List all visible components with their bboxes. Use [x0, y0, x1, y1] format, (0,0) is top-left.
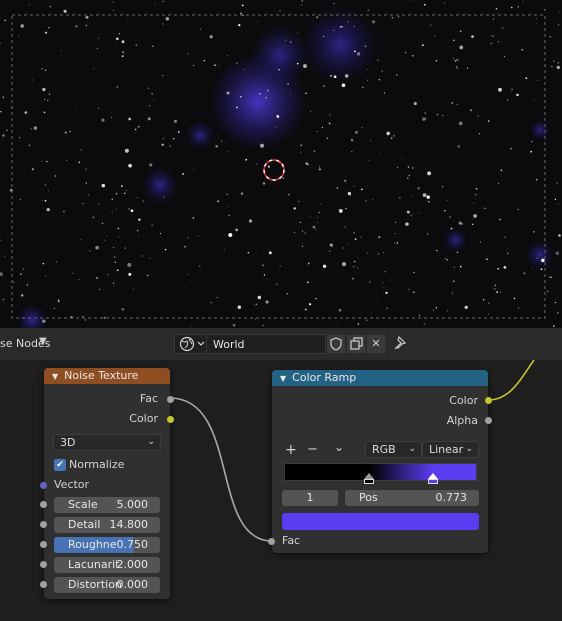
alpha-output-socket[interactable]	[485, 417, 492, 424]
param-label: Roughne	[68, 538, 117, 551]
add-stop-button[interactable]: +	[285, 442, 297, 458]
world-icon	[179, 336, 205, 352]
starfield-render	[0, 0, 562, 328]
fac-link	[169, 397, 273, 542]
noise-texture-node[interactable]: ▼ Noise Texture Fac Color 3D ⌄ ✔ Normaliz…	[40, 368, 174, 599]
fac-output-socket[interactable]	[167, 396, 174, 403]
vector-label: Vector	[54, 478, 90, 491]
color-mode-value: RGB	[372, 443, 396, 456]
param-field[interactable]: Distortion 0.000	[54, 577, 160, 593]
param-value: 0.000	[116, 578, 149, 591]
noise-node-header[interactable]: ▼ Noise Texture	[44, 368, 170, 384]
active-stop-index[interactable]: 1	[282, 490, 338, 506]
param-input-socket[interactable]	[40, 521, 47, 528]
normalize-label: Normalize	[69, 458, 125, 471]
color-mode-dropdown[interactable]: RGB ⌄	[365, 441, 422, 458]
param-input-socket[interactable]	[40, 561, 47, 568]
unlink-button[interactable]: ✕	[366, 334, 386, 354]
collapse-chevron-icon[interactable]: ▼	[280, 374, 286, 383]
noise-node-title: Noise Texture	[64, 369, 139, 382]
duplicate-button[interactable]	[346, 334, 366, 354]
world-name-field[interactable]: World	[207, 334, 326, 354]
param-input-socket[interactable]	[40, 501, 47, 508]
param-value: 14.800	[109, 518, 149, 531]
interpolation-value: Linear	[429, 443, 464, 456]
ramp-menu-button[interactable]: ⌄	[334, 440, 344, 454]
param-label: Lacunarit	[68, 558, 120, 571]
chevron-down-icon: ⌄	[147, 437, 155, 447]
interpolation-dropdown[interactable]: Linear ⌄	[422, 441, 479, 458]
pos-label: Pos	[359, 491, 378, 504]
stop-position-field[interactable]: Pos 0.773	[345, 490, 479, 506]
color-ramp-gradient[interactable]	[284, 463, 477, 481]
pin-icon[interactable]	[393, 335, 407, 354]
param-value: 2.000	[116, 558, 149, 571]
chevron-down-icon: ⌄	[408, 444, 416, 454]
chevron-down-icon: ⌄	[465, 444, 473, 454]
pos-value: 0.773	[435, 491, 468, 504]
dimension-value: 3D	[60, 436, 76, 449]
fac-input-label: Fac	[282, 534, 301, 547]
param-value: 0.750	[116, 538, 149, 551]
dimension-dropdown[interactable]: 3D ⌄	[53, 434, 161, 451]
vector-input-socket[interactable]	[40, 482, 47, 489]
color-output-label: Color	[129, 412, 158, 425]
ramp-node-title: Color Ramp	[292, 371, 357, 384]
fac-output-label: Fac	[139, 392, 158, 405]
param-field[interactable]: Detail 14.800	[54, 517, 160, 533]
param-value: 5.000	[116, 498, 149, 511]
node-canvas[interactable]: ▼ Noise Texture Fac Color 3D ⌄ ✔ Normaliz…	[0, 360, 562, 621]
fake-user-button[interactable]	[326, 334, 346, 354]
param-label: Detail	[68, 518, 101, 531]
stop-color-swatch[interactable]	[282, 513, 479, 530]
close-icon: ✕	[371, 337, 381, 350]
render-viewport[interactable]	[0, 0, 562, 328]
param-label: Scale	[68, 498, 98, 511]
alpha-output-label: Alpha	[446, 414, 478, 427]
chevron-down-icon[interactable]: ▼	[39, 336, 47, 347]
color-ramp-node[interactable]: ▼ Color Ramp Color Alpha + − ⌄ RGB ⌄ Line…	[268, 370, 492, 553]
param-input-socket[interactable]	[40, 581, 47, 588]
normalize-checkbox[interactable]: ✔	[54, 459, 66, 471]
param-field[interactable]: Scale 5.000	[54, 497, 160, 513]
color-output-socket[interactable]	[167, 416, 174, 423]
color-output-socket[interactable]	[485, 397, 492, 404]
fac-input-socket[interactable]	[268, 538, 275, 545]
remove-stop-button[interactable]: −	[307, 442, 318, 457]
collapse-chevron-icon[interactable]: ▼	[52, 372, 58, 381]
ramp-stop-marker[interactable]	[364, 473, 375, 484]
ramp-node-header[interactable]: ▼ Color Ramp	[272, 370, 488, 386]
shield-icon	[330, 337, 342, 351]
stop-index-value: 1	[306, 491, 314, 504]
node-editor-header: se Nodes ▼ World ✕	[0, 328, 562, 360]
param-label: Distortion	[68, 578, 122, 591]
param-field[interactable]: Lacunarit 2.000	[54, 557, 160, 573]
duplicate-icon	[350, 337, 363, 350]
color-output-label: Color	[449, 394, 478, 407]
world-type-selector[interactable]	[174, 334, 207, 354]
param-input-socket[interactable]	[40, 541, 47, 548]
color-output-link	[487, 360, 535, 401]
param-field[interactable]: Roughne 0.750	[54, 537, 160, 553]
ramp-stop-marker[interactable]	[428, 473, 439, 484]
